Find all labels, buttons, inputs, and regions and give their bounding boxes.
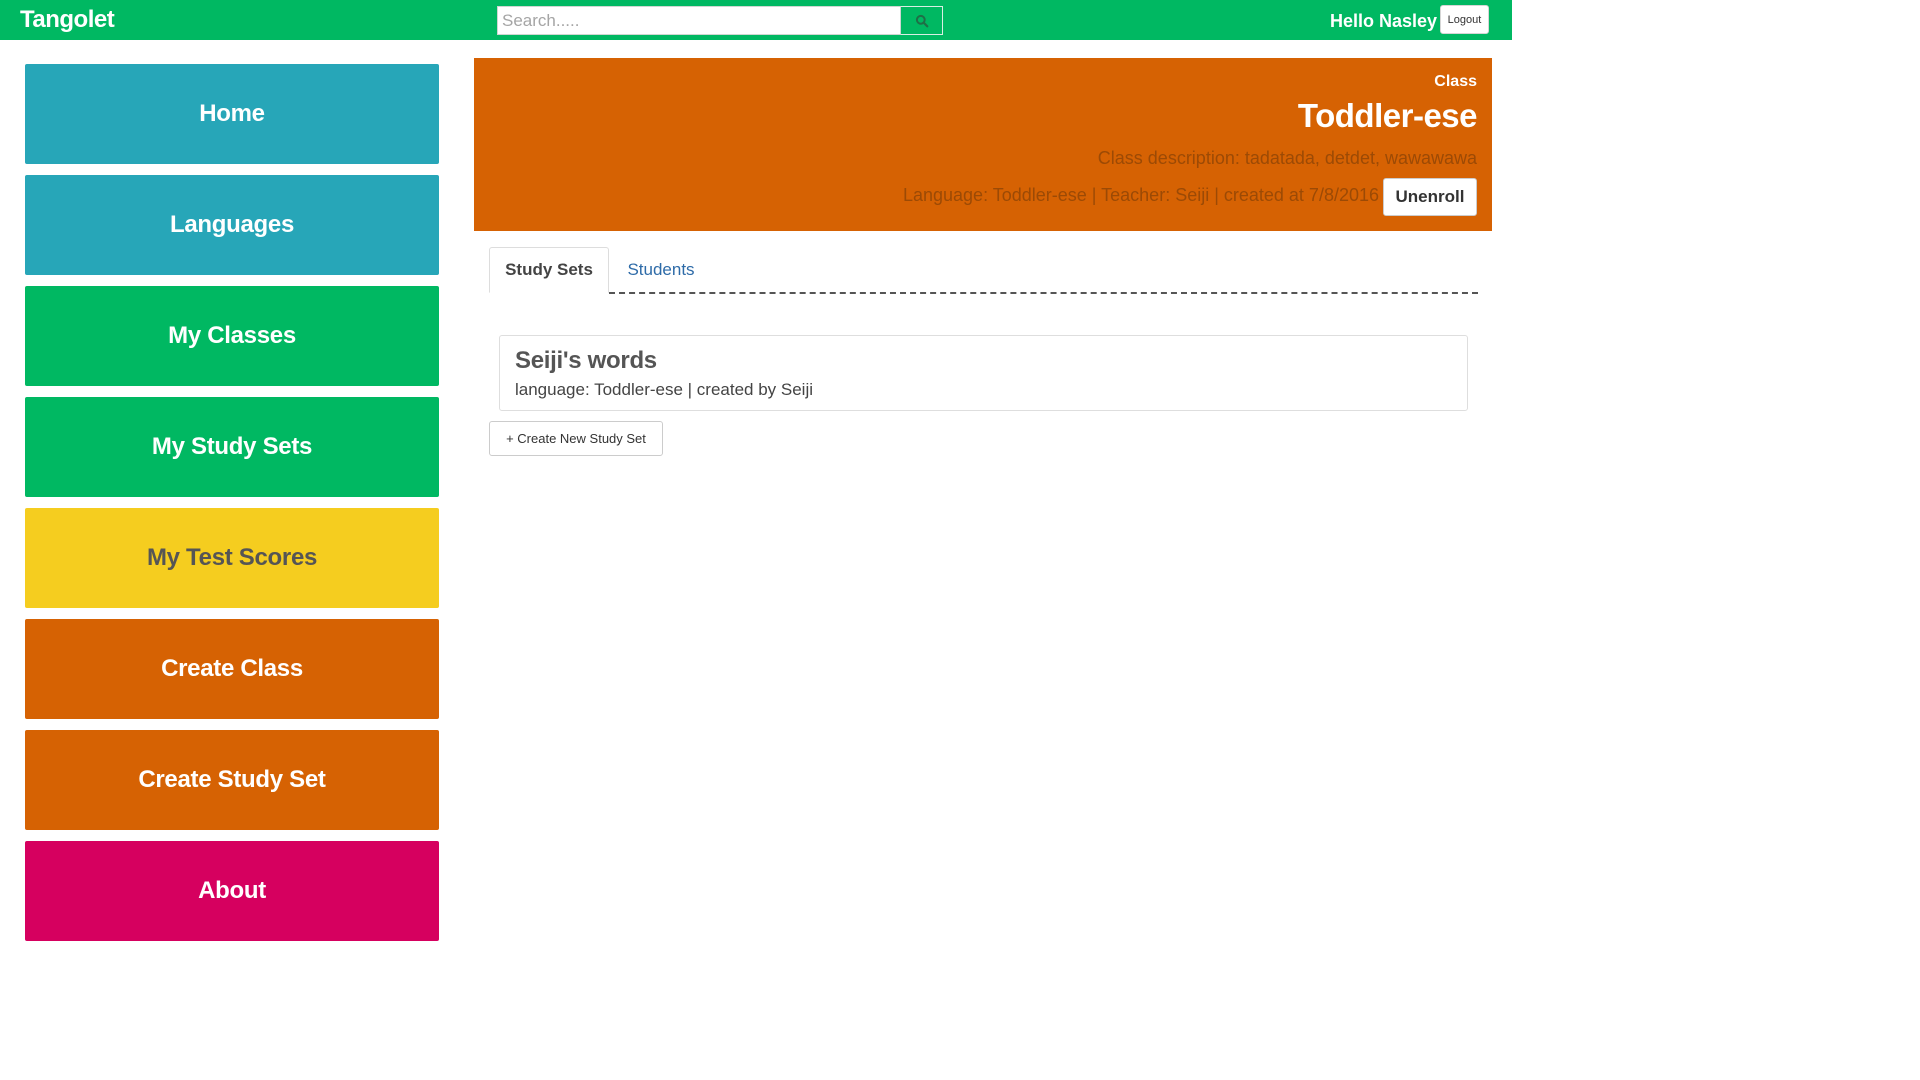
search-icon bbox=[915, 14, 928, 27]
tab-divider bbox=[609, 292, 1478, 294]
search-input[interactable] bbox=[497, 6, 901, 35]
class-kicker: Class bbox=[1434, 73, 1477, 90]
sidebar-item-create-study-set[interactable]: Create Study Set bbox=[25, 730, 439, 830]
user-greeting: Hello Nasley bbox=[1330, 11, 1438, 31]
class-header: Class Toddler-ese Class description: tad… bbox=[474, 58, 1492, 231]
tab-study-sets[interactable]: Study Sets bbox=[489, 247, 609, 293]
sidebar-item-my-study-sets[interactable]: My Study Sets bbox=[25, 397, 439, 497]
sidebar-item-about[interactable]: About bbox=[25, 841, 439, 941]
study-set-title: Seiji's words bbox=[515, 347, 657, 374]
sidebar-item-my-test-scores[interactable]: My Test Scores bbox=[25, 508, 439, 608]
brand-logo[interactable]: Tangolet bbox=[20, 6, 115, 34]
logout-button[interactable]: Logout bbox=[1440, 5, 1489, 34]
study-set-card[interactable]: Seiji's words language: Toddler-ese | cr… bbox=[499, 335, 1468, 411]
study-set-meta: language: Toddler-ese | created by Seiji bbox=[515, 380, 814, 399]
class-meta: Language: Toddler-ese | Teacher: Seiji |… bbox=[902, 185, 1379, 205]
class-title: Toddler-ese bbox=[1297, 97, 1478, 134]
class-tabs: Study Sets Students bbox=[489, 247, 1478, 294]
class-description: Class description: tadatada, detdet, waw… bbox=[1097, 148, 1477, 168]
search-button[interactable] bbox=[901, 6, 943, 35]
tab-students[interactable]: Students bbox=[617, 247, 705, 293]
create-study-set-button[interactable]: + Create New Study Set bbox=[489, 421, 663, 456]
top-navbar: Tangolet Hello Nasley Logout bbox=[0, 0, 1512, 40]
sidebar-item-home[interactable]: Home bbox=[25, 64, 439, 164]
sidebar-item-my-classes[interactable]: My Classes bbox=[25, 286, 439, 386]
sidebar-item-languages[interactable]: Languages bbox=[25, 175, 439, 275]
search-bar bbox=[497, 6, 943, 35]
sidebar-item-create-class[interactable]: Create Class bbox=[25, 619, 439, 719]
unenroll-button[interactable]: Unenroll bbox=[1383, 178, 1477, 216]
